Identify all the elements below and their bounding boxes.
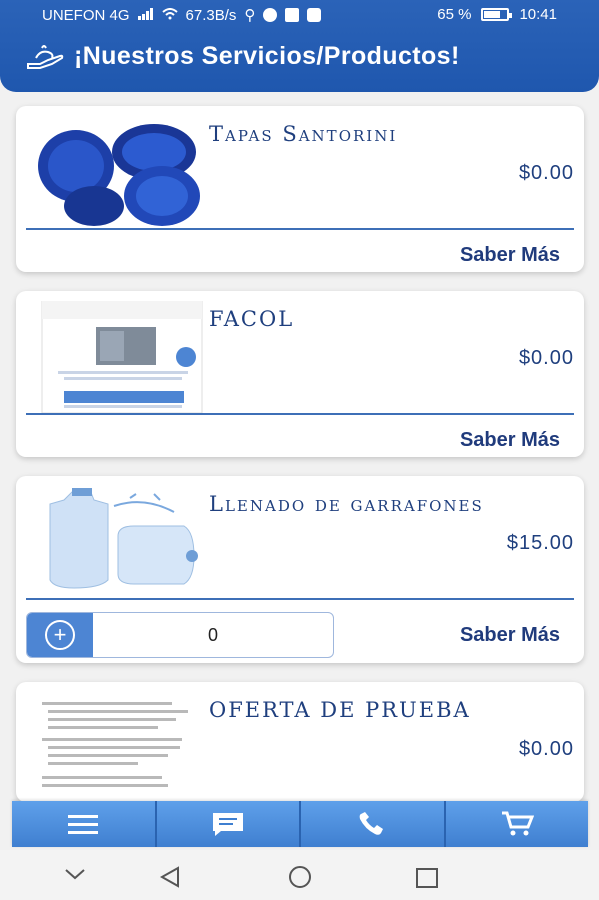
divider — [26, 413, 574, 415]
product-price: $0.00 — [518, 738, 574, 760]
quantity-stepper[interactable]: + 0 — [26, 612, 334, 658]
cart-tab[interactable] — [445, 801, 588, 847]
product-image — [34, 486, 206, 598]
back-icon[interactable] — [158, 866, 182, 888]
message-icon — [307, 8, 322, 22]
chat-icon — [212, 813, 243, 836]
wifi-icon — [161, 7, 178, 24]
learn-more-button[interactable]: Saber Más — [460, 429, 560, 452]
cart-icon — [501, 811, 534, 836]
bottom-nav — [12, 801, 588, 847]
product-card-tapas[interactable]: Tapas Santorini $0.00 Saber Más — [16, 106, 584, 272]
signal-icon — [137, 7, 154, 24]
product-image — [34, 692, 206, 802]
page-title: ¡Nuestros Servicios/Productos! — [74, 42, 460, 70]
product-name: Llenado de garrafones — [209, 492, 484, 516]
product-price: $0.00 — [518, 162, 574, 184]
notification-icon — [285, 8, 300, 22]
menu-tab[interactable] — [12, 801, 157, 847]
product-card-garrafones[interactable]: Llenado de garrafones $15.00 + 0 Saber M… — [16, 476, 584, 663]
home-icon[interactable] — [286, 866, 314, 888]
phone-icon — [359, 812, 384, 835]
battery-percent: 65 % — [437, 6, 472, 23]
plus-icon: + — [45, 620, 75, 650]
add-quantity-button[interactable]: + — [27, 613, 93, 657]
product-price: $15.00 — [506, 532, 574, 554]
app-header: UNEFON 4G 67.3B/s ⚲ 65 % 10:41 ¡Nuestros… — [0, 0, 599, 92]
product-name: Tapas Santorini — [209, 122, 398, 146]
quantity-field[interactable]: 0 — [93, 613, 333, 657]
learn-more-button[interactable]: Saber Más — [460, 244, 560, 267]
usb-icon: ⚲ — [244, 7, 256, 24]
clock: 10:41 — [519, 6, 557, 23]
phone-tab[interactable] — [301, 801, 446, 847]
chevron-down-icon[interactable] — [64, 866, 86, 882]
network-speed: 67.3B/s — [185, 6, 237, 24]
menu-icon — [68, 815, 99, 834]
recents-icon[interactable] — [414, 867, 440, 889]
battery-icon — [481, 8, 513, 21]
product-price: $0.00 — [518, 347, 574, 369]
product-image — [34, 116, 206, 228]
page-header: ¡Nuestros Servicios/Productos! — [26, 42, 460, 71]
learn-more-button[interactable]: Saber Más — [460, 624, 560, 647]
status-bar: UNEFON 4G 67.3B/s ⚲ 65 % 10:41 — [0, 0, 599, 30]
system-nav-bar — [0, 850, 599, 900]
product-name: FACOL — [209, 307, 295, 331]
facebook-icon — [263, 8, 278, 22]
product-image — [34, 301, 206, 413]
chat-tab[interactable] — [156, 801, 301, 847]
product-card-oferta[interactable]: OFERTA DE PRUEBA $0.00 — [16, 682, 584, 802]
divider — [26, 598, 574, 600]
product-name: OFERTA DE PRUEBA — [209, 698, 471, 722]
carrier-label: UNEFON 4G — [42, 6, 130, 24]
product-card-facol[interactable]: FACOL $0.00 Saber Más — [16, 291, 584, 457]
divider — [26, 228, 574, 230]
hand-icon — [27, 44, 64, 69]
